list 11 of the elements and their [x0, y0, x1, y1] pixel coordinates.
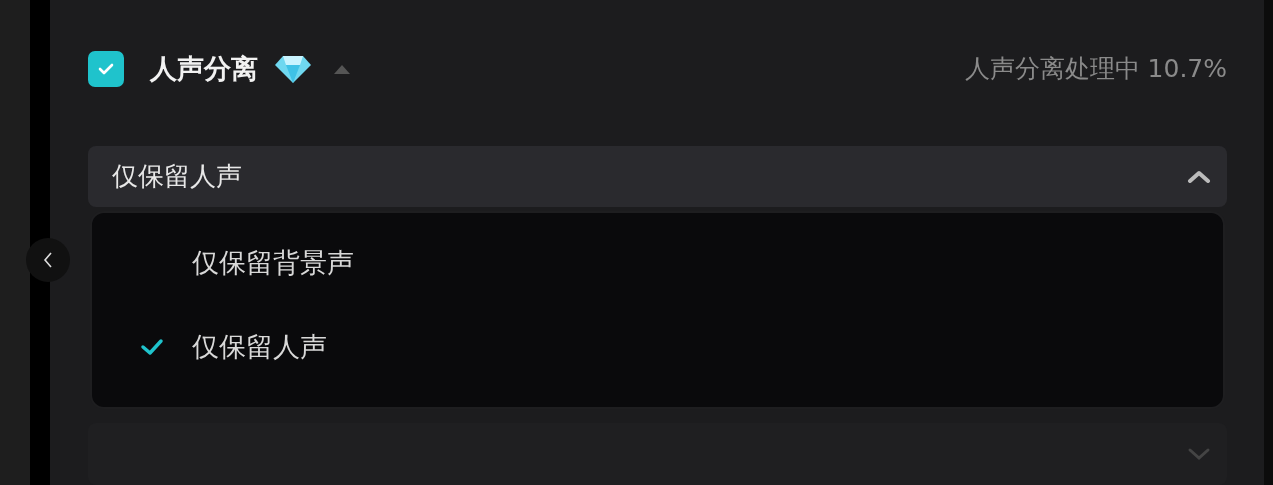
diamond-icon: [274, 53, 312, 84]
chevron-left-icon: [43, 251, 53, 269]
checkbox[interactable]: [88, 50, 124, 87]
dropdown-select[interactable]: 仅保留人声: [88, 145, 1227, 208]
menu-option[interactable]: 仅保留背景声: [92, 245, 1223, 282]
splitter-bar[interactable]: [30, 0, 50, 485]
check-icon: [97, 61, 115, 76]
progress-status: 人声分离处理中 10.7%: [964, 53, 1227, 86]
section-title: 人声分离: [150, 51, 258, 86]
menu-option[interactable]: 仅保留人声: [92, 329, 1223, 366]
collapse-button[interactable]: [26, 238, 70, 282]
